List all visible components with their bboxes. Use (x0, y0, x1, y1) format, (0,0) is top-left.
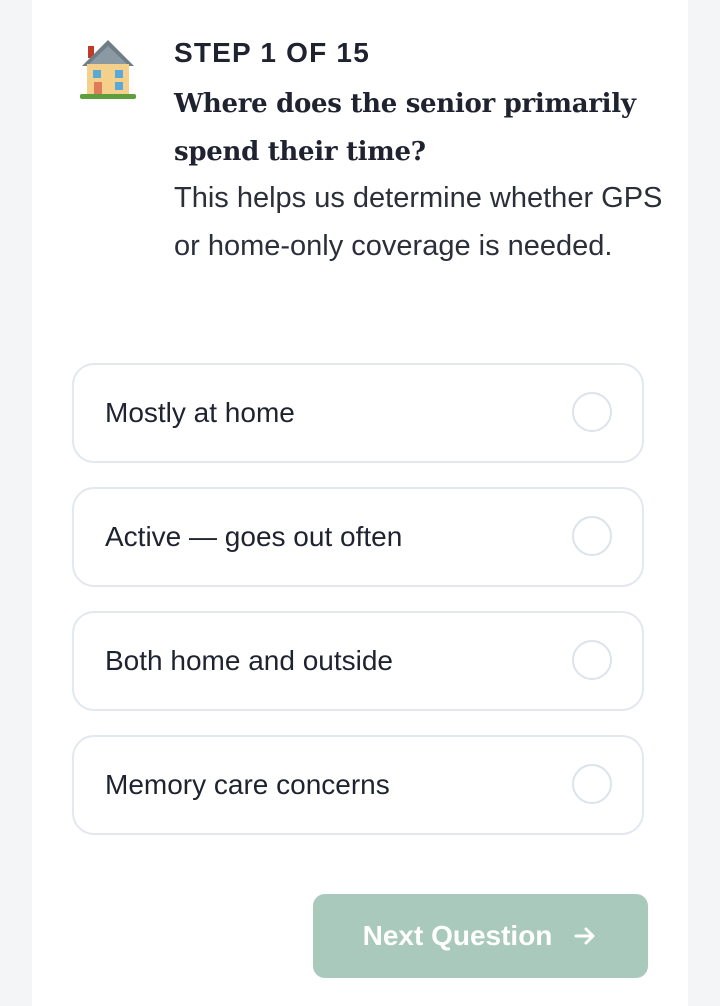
next-button-label: Next Question (362, 920, 553, 951)
radio-button[interactable] (572, 392, 612, 432)
arrow-right-icon (572, 923, 598, 949)
option-both-home-outside[interactable]: Both home and outside (72, 611, 644, 711)
step-indicator: STEP 1 OF 15 (174, 37, 370, 68)
option-memory-care[interactable]: Memory care concerns (72, 735, 644, 835)
next-question-button[interactable]: Next Question (313, 894, 648, 978)
question-description: This helps us determine whether GPS or h… (174, 182, 663, 262)
option-label: Active — goes out often (105, 521, 403, 552)
option-mostly-at-home[interactable]: Mostly at home (72, 363, 644, 463)
option-active-goes-out[interactable]: Active — goes out often (72, 487, 644, 587)
option-label: Memory care concerns (105, 769, 390, 800)
radio-button[interactable] (572, 764, 612, 804)
question-title: Where does the senior primarily spend th… (174, 89, 636, 167)
radio-button[interactable] (572, 516, 612, 556)
radio-button[interactable] (572, 640, 612, 680)
option-label: Both home and outside (105, 645, 393, 676)
house-icon (78, 38, 138, 102)
option-label: Mostly at home (105, 397, 295, 428)
